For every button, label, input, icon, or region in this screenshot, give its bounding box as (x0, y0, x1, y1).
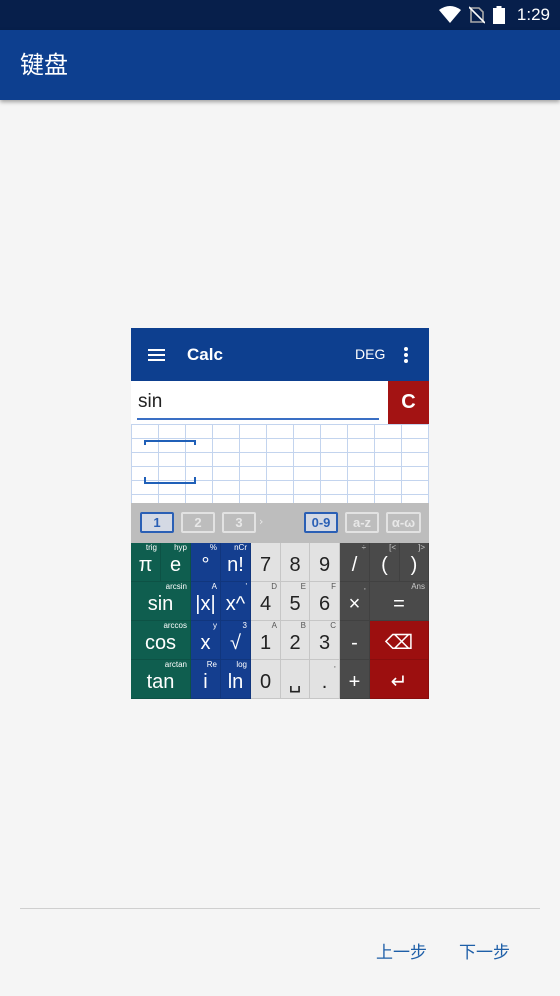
preview-app-title: Calc (187, 345, 223, 364)
key-abs: A |x| (191, 582, 221, 621)
menu-icon (148, 349, 165, 361)
key-pi: trig π (131, 543, 161, 582)
key-multiply: , × (340, 582, 370, 621)
key-5: E5 (281, 582, 310, 621)
next-button[interactable]: 下一步 (459, 938, 510, 968)
keyboard-preview-image: Calc DEG sin C 1 2 3 › 0-9 a-z α-ω trig π… (131, 328, 429, 699)
preview-toolbar: Calc DEG (131, 328, 429, 381)
preview-keypad: trig π hyp e % ° nCr n! 7 8 9 ÷ / [<( ]>) arc… (131, 543, 429, 699)
status-bar: 1:29 (0, 0, 560, 30)
key-x: yx (191, 621, 221, 660)
backspace-icon: ⌫ (370, 621, 429, 660)
key-e: hyp e (161, 543, 191, 582)
tab-2: 2 (181, 512, 215, 533)
key-power: ' x^ (221, 582, 251, 621)
app-bar: 键盘 (0, 30, 560, 100)
tab-1: 1 (140, 512, 174, 533)
key-1: A1 (251, 621, 281, 660)
angle-mode-label: DEG (355, 346, 386, 362)
preview-input-value: sin (138, 391, 163, 412)
wifi-icon (438, 6, 461, 23)
preview-keyboard-tabs: 1 2 3 › 0-9 a-z α-ω (131, 503, 429, 543)
key-cos: arccos cos (131, 621, 191, 660)
key-9: 9 (310, 543, 340, 582)
key-ln: log ln (221, 660, 251, 699)
enter-icon: ↵ (370, 660, 429, 699)
key-space: ␣ (281, 660, 310, 699)
key-sin: arcsin sin (131, 582, 191, 621)
no-sim-icon (468, 6, 485, 24)
battery-icon (492, 6, 505, 24)
key-minus: - (340, 621, 370, 660)
tab-latin: a-z (345, 512, 379, 533)
key-sqrt: 3 √ (221, 621, 251, 660)
status-time: 1:29 (516, 5, 550, 24)
key-divide: ÷ / (340, 543, 370, 582)
key-factorial: nCr n! (221, 543, 251, 582)
tab-digits: 0-9 (304, 512, 338, 533)
key-2: B2 (281, 621, 310, 660)
tab-3: 3 (222, 512, 256, 533)
previous-button[interactable]: 上一步 (376, 938, 427, 968)
more-vert-icon (404, 347, 408, 363)
preview-input-field: sin (131, 381, 429, 424)
input-underline (137, 418, 379, 420)
key-open-paren: [<( (370, 543, 400, 582)
chevron-right-icon: › (259, 515, 264, 528)
key-degree: % ° (191, 543, 221, 582)
page-title: 键盘 (20, 51, 68, 79)
input-placeholder-box (144, 440, 196, 484)
tab-greek: α-ω (386, 512, 421, 533)
key-close-paren: ]>) (400, 543, 429, 582)
preview-clear-button: C (388, 381, 429, 424)
footer-divider (20, 908, 540, 909)
key-0: 0 (251, 660, 281, 699)
key-3: C3 (310, 621, 340, 660)
key-imaginary: Re i (191, 660, 221, 699)
key-4: D4 (251, 582, 281, 621)
key-tan: arctan tan (131, 660, 191, 699)
key-decimal: ,. (310, 660, 340, 699)
key-8: 8 (281, 543, 310, 582)
key-6: F6 (310, 582, 340, 621)
key-equals: Ans = (370, 582, 429, 621)
key-7: 7 (251, 543, 281, 582)
key-plus: + (340, 660, 370, 699)
